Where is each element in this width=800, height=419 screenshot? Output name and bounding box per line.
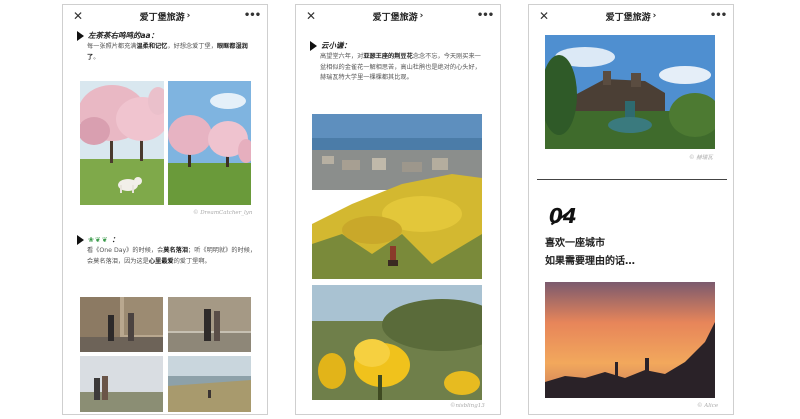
- comment-bold-b: 心里最爱: [148, 257, 174, 265]
- comment-author: 云小谦：: [321, 41, 351, 50]
- nav-bar: ✕ 爱丁堡旅游 › •••: [296, 5, 500, 27]
- chevron-right-icon: ›: [419, 11, 424, 21]
- section-headline-1: 喜欢一座城市: [545, 238, 605, 249]
- triangle-icon: [77, 234, 84, 245]
- photo-couple-street: [80, 297, 163, 352]
- photo-cherry-blossom-dog: [80, 81, 164, 205]
- close-icon[interactable]: ✕: [71, 9, 85, 23]
- more-options-icon[interactable]: •••: [477, 8, 494, 22]
- photo-gorse-closeup: [312, 285, 482, 400]
- triangle-icon: [77, 30, 84, 41]
- comment-bold-a: 亚瑟王座的荆豆花: [363, 53, 413, 60]
- page-title-text: 爱丁堡旅游: [605, 12, 651, 23]
- comment-text-2: 看《One Day》的时候，会莫名落泪；听《明明就》的时候，会莫名落泪，因为这是…: [87, 246, 257, 267]
- page-title[interactable]: 爱丁堡旅游 ›: [373, 10, 424, 23]
- photo-hill-view: [168, 356, 251, 412]
- sprout-emoji-icon: ❀ ❦ ❦: [88, 235, 108, 244]
- comment-text-c: 。: [93, 53, 100, 61]
- comment-header: 云小谦：: [310, 40, 351, 51]
- more-options-icon[interactable]: •••: [244, 8, 261, 22]
- comment-bold-a: 温柔和记忆: [136, 43, 168, 50]
- more-options-icon[interactable]: •••: [710, 8, 727, 22]
- page-title-text: 爱丁堡旅游: [139, 12, 185, 23]
- comment-author: 左茶茶右鸣鸣的aa：: [88, 31, 159, 40]
- comment-text-b: ，好想念爱丁堡，: [167, 43, 217, 50]
- photo-blossom-trees: [168, 81, 251, 205]
- comment-text-a: 高望堂六年，对: [320, 53, 364, 60]
- close-icon[interactable]: ✕: [537, 9, 551, 23]
- comment-header: 左茶茶右鸣鸣的aa：: [77, 30, 158, 41]
- comment-text-c: 的爱丁堡啊。: [173, 257, 211, 265]
- comment-text: 每一张照片都充满温柔和记忆，好想念爱丁堡，眼眶都湿润了。: [87, 42, 257, 63]
- page-title-text: 爱丁堡旅游: [372, 12, 418, 23]
- section-divider: [537, 179, 727, 180]
- comment-text: 高望堂六年，对亚瑟王座的荆豆花念念不忘，今天刚买来一盆相似的金雀花一解相思苦，高…: [320, 52, 486, 84]
- photo-edinburgh-castle: [545, 35, 715, 149]
- triangle-icon: [310, 40, 317, 51]
- photo-credit: © 赫瑞瓦: [689, 155, 713, 161]
- chevron-right-icon: ›: [186, 11, 191, 21]
- photo-credit: © Alice: [697, 403, 719, 409]
- photo-sunset-skyline: [545, 282, 715, 398]
- article-panel-2: ✕ 爱丁堡旅游 › ••• 云小谦： 高望堂六年，对亚瑟王座的荆豆花念念不忘，今…: [295, 4, 501, 415]
- comment-author: ：: [111, 235, 120, 244]
- photo-credit: © DreamCatcher_lyn: [193, 210, 253, 216]
- section-headline-2: 如果需要理由的话…: [545, 256, 635, 267]
- page-title[interactable]: 爱丁堡旅游 ›: [606, 10, 657, 23]
- photo-dancing-couple: [168, 297, 251, 352]
- comment-text-a: 每一张照片都充满: [87, 43, 137, 50]
- close-icon[interactable]: ✕: [304, 9, 318, 23]
- nav-bar: ✕ 爱丁堡旅游 › •••: [63, 5, 267, 27]
- comment-bold-a: 莫名落泪: [163, 247, 189, 254]
- comment-header-2: ❀ ❦ ❦ ：: [77, 234, 119, 245]
- article-panel-3: ✕ 爱丁堡旅游 › ••• © 赫瑞瓦 04 喜欢一座城市 如果需要理由的话…: [528, 4, 734, 415]
- nav-bar: ✕ 爱丁堡旅游 › •••: [529, 5, 733, 27]
- chevron-right-icon: ›: [652, 11, 657, 21]
- comment-text-a: 看《One Day》的时候，会: [87, 247, 164, 254]
- photo-arthur-seat-gorse: [312, 114, 482, 279]
- page-title[interactable]: 爱丁堡旅游 ›: [140, 10, 191, 23]
- photo-credit: ©nisbling13: [450, 403, 485, 409]
- article-panel-1: ✕ 爱丁堡旅游 › ••• 左茶茶右鸣鸣的aa： 每一张照片都充满温柔和记忆，好…: [62, 4, 268, 415]
- photo-couple-hill: [80, 356, 163, 412]
